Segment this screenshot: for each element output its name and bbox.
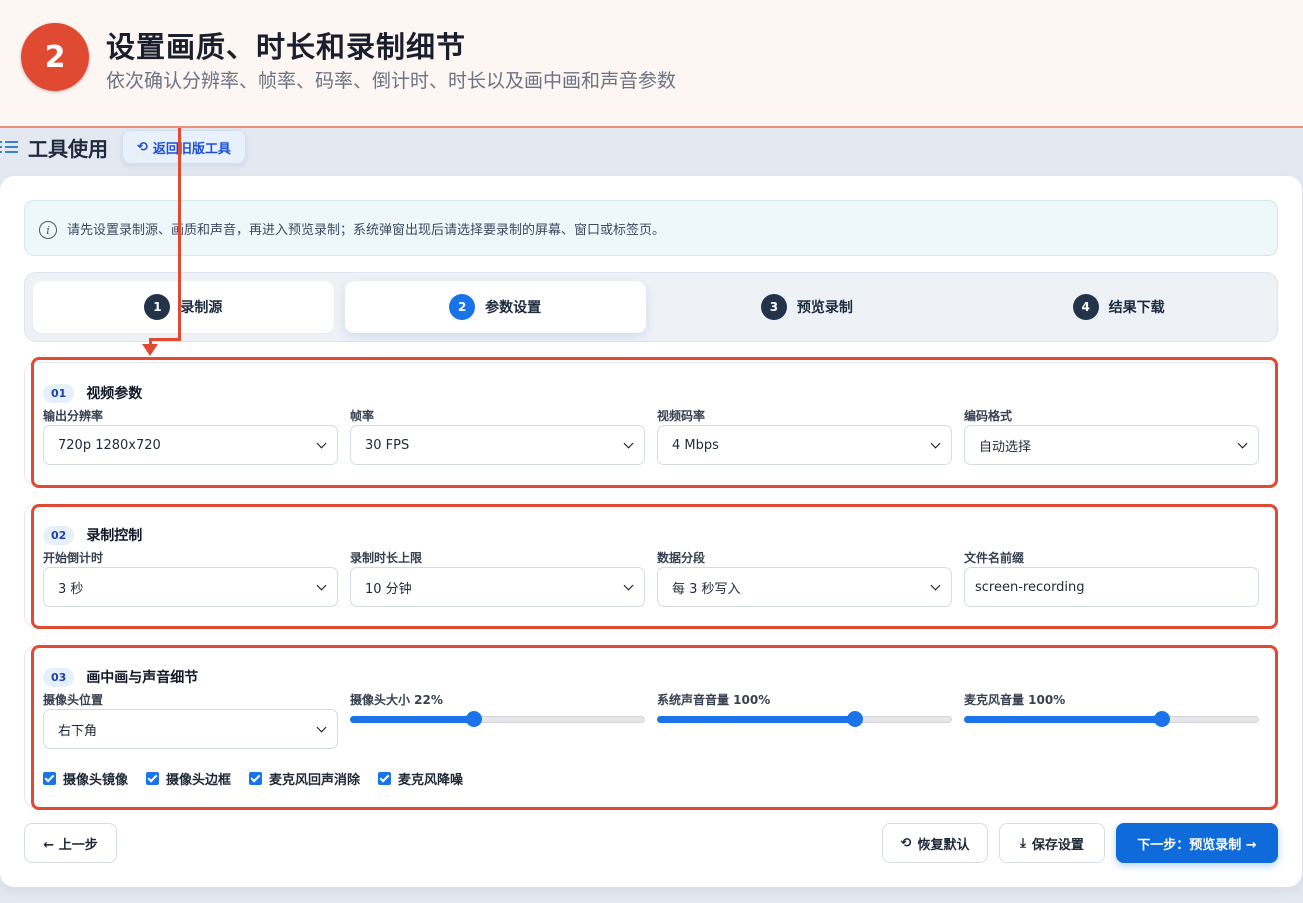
refresh-icon: ⟲ [137, 139, 148, 155]
next-step-label: 下一步：预览录制 → [1137, 837, 1257, 853]
highlight-pip-audio [31, 645, 1278, 810]
tutorial-banner: 2 设置画质、时长和录制细节 依次确认分辨率、帧率、码率、倒计时、时长以及画中画… [0, 0, 1303, 128]
download-icon: ⤓ [1020, 835, 1026, 851]
stepper: 1 录制源 2 参数设置 3 预览录制 4 结果下载 [24, 272, 1278, 342]
save-settings-button[interactable]: ⤓ 保存设置 [999, 823, 1105, 863]
prev-step-label: ← 上一步 [43, 837, 98, 853]
step-number: 1 [144, 294, 171, 320]
step-download[interactable]: 4 结果下载 [968, 281, 1269, 333]
reset-defaults-button[interactable]: ⟲ 恢复默认 [882, 823, 988, 863]
annotation-connector [178, 128, 181, 341]
annotation-arrow-icon [142, 344, 158, 356]
old-tool-button-label: 返回旧版工具 [152, 141, 231, 157]
highlight-record-control [31, 504, 1278, 629]
page-title: 工具使用 [28, 136, 108, 161]
info-notice: i 请先设置录制源、画质和声音，再进入预览录制；系统弹窗出现后请选择要录制的屏幕… [24, 200, 1278, 256]
tutorial-title: 设置画质、时长和录制细节 [106, 30, 467, 64]
save-label: 保存设置 [1031, 837, 1084, 853]
step-number: 2 [449, 294, 476, 320]
highlight-video-params [31, 357, 1278, 488]
info-icon: i [39, 221, 57, 239]
next-step-button[interactable]: 下一步：预览录制 → [1116, 823, 1278, 863]
list-icon[interactable] [0, 139, 20, 155]
step-label: 预览录制 [796, 300, 853, 316]
annotation-connector [149, 338, 181, 341]
step-label: 参数设置 [485, 300, 542, 316]
step-number: 3 [760, 294, 787, 320]
tutorial-step-number: 2 [21, 23, 89, 91]
step-settings[interactable]: 2 参数设置 [344, 281, 646, 333]
step-preview[interactable]: 3 预览录制 [657, 281, 958, 333]
step-label: 录制源 [180, 300, 223, 316]
step-number: 4 [1072, 294, 1099, 320]
info-text: 请先设置录制源、画质和声音，再进入预览录制；系统弹窗出现后请选择要录制的屏幕、窗… [67, 222, 666, 238]
prev-step-button[interactable]: ← 上一步 [24, 823, 117, 863]
tutorial-subtitle: 依次确认分辨率、帧率、码率、倒计时、时长以及画中画和声音参数 [106, 70, 677, 92]
old-tool-button[interactable]: ⟲ 返回旧版工具 [122, 130, 246, 164]
step-label: 结果下载 [1108, 300, 1165, 316]
tool-header: 工具使用 ⟲ 返回旧版工具 [0, 129, 400, 165]
step-source[interactable]: 1 录制源 [33, 281, 334, 333]
refresh-icon: ⟲ [900, 835, 912, 851]
reset-label: 恢复默认 [917, 837, 970, 853]
